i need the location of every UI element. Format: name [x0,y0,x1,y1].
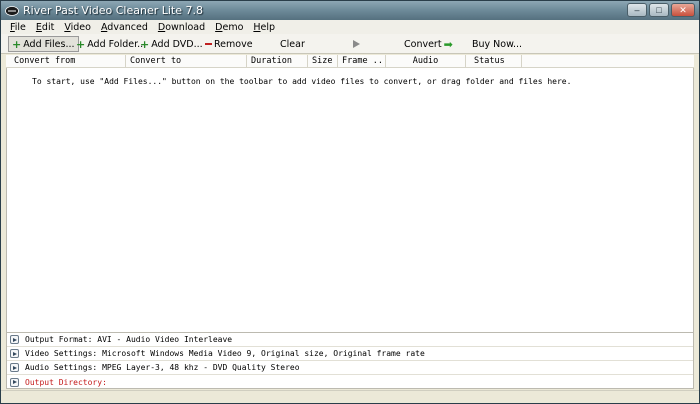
window-title: River Past Video Cleaner Lite 7.8 [23,4,203,17]
expand-icon[interactable] [10,349,19,358]
minus-icon [205,43,212,45]
output-format-label: Output Format: AVI - Audio Video Interle… [25,335,233,344]
app-window: River Past Video Cleaner Lite 7.8 – □ ✕ … [0,0,700,404]
output-format-row[interactable]: Output Format: AVI - Audio Video Interle… [7,333,693,347]
expand-icon[interactable] [10,377,19,387]
toolbar: + Add Files... + Add Folder... + Add DVD… [1,34,699,54]
video-settings-row[interactable]: Video Settings: Microsoft Windows Media … [7,347,693,361]
file-list-header: Convert from Convert to Duration Size Fr… [6,55,694,68]
menu-video[interactable]: Video [59,22,96,33]
add-files-button[interactable]: + Add Files... [8,36,79,52]
menu-edit[interactable]: Edit [31,22,59,33]
plus-icon: + [76,37,86,51]
column-size[interactable]: Size [308,55,338,68]
plus-icon: + [140,37,150,51]
expand-icon[interactable] [10,363,19,372]
plus-icon: + [12,37,22,51]
menu-file[interactable]: File [5,22,31,33]
app-logo-icon [5,5,19,17]
clear-button[interactable]: Clear [277,36,308,52]
empty-list-hint: To start, use "Add Files..." button on t… [32,77,572,86]
convert-button[interactable]: Convert ➡ [401,36,456,52]
play-icon [353,40,360,48]
column-duration[interactable]: Duration [247,55,308,68]
play-button[interactable] [350,36,363,52]
expand-icon[interactable] [10,335,19,344]
column-convert-from[interactable]: Convert from [10,55,126,68]
status-bar [1,390,699,403]
menu-advanced[interactable]: Advanced [96,22,153,33]
column-convert-to[interactable]: Convert to [126,55,247,68]
title-bar[interactable]: River Past Video Cleaner Lite 7.8 – □ ✕ [1,1,699,20]
video-settings-label: Video Settings: Microsoft Windows Media … [25,349,425,358]
audio-settings-row[interactable]: Audio Settings: MPEG Layer-3, 48 khz - D… [7,361,693,375]
menu-download[interactable]: Download [153,22,210,33]
minimize-button[interactable]: – [627,3,647,17]
menu-demo[interactable]: Demo [210,22,248,33]
window-controls: – □ ✕ [627,3,695,17]
output-directory-row[interactable]: Output Directory: [7,375,693,389]
add-dvd-button[interactable]: + Add DVD... [137,36,206,52]
arrow-right-icon: ➡ [443,37,453,51]
remove-button[interactable]: Remove [202,36,256,52]
file-list[interactable]: To start, use "Add Files..." button on t… [6,68,694,332]
maximize-button[interactable]: □ [649,3,669,17]
column-status[interactable]: Status [466,55,522,68]
audio-settings-label: Audio Settings: MPEG Layer-3, 48 khz - D… [25,363,300,372]
close-button[interactable]: ✕ [671,3,695,17]
column-audio[interactable]: Audio [386,55,466,68]
menu-bar: File Edit Video Advanced Download Demo H… [1,20,699,34]
buy-now-button[interactable]: Buy Now... [469,36,525,52]
column-frame[interactable]: Frame ... [338,55,386,68]
output-directory-label: Output Directory: [25,377,107,387]
menu-help[interactable]: Help [248,22,280,33]
settings-panel: Output Format: AVI - Audio Video Interle… [6,332,694,389]
